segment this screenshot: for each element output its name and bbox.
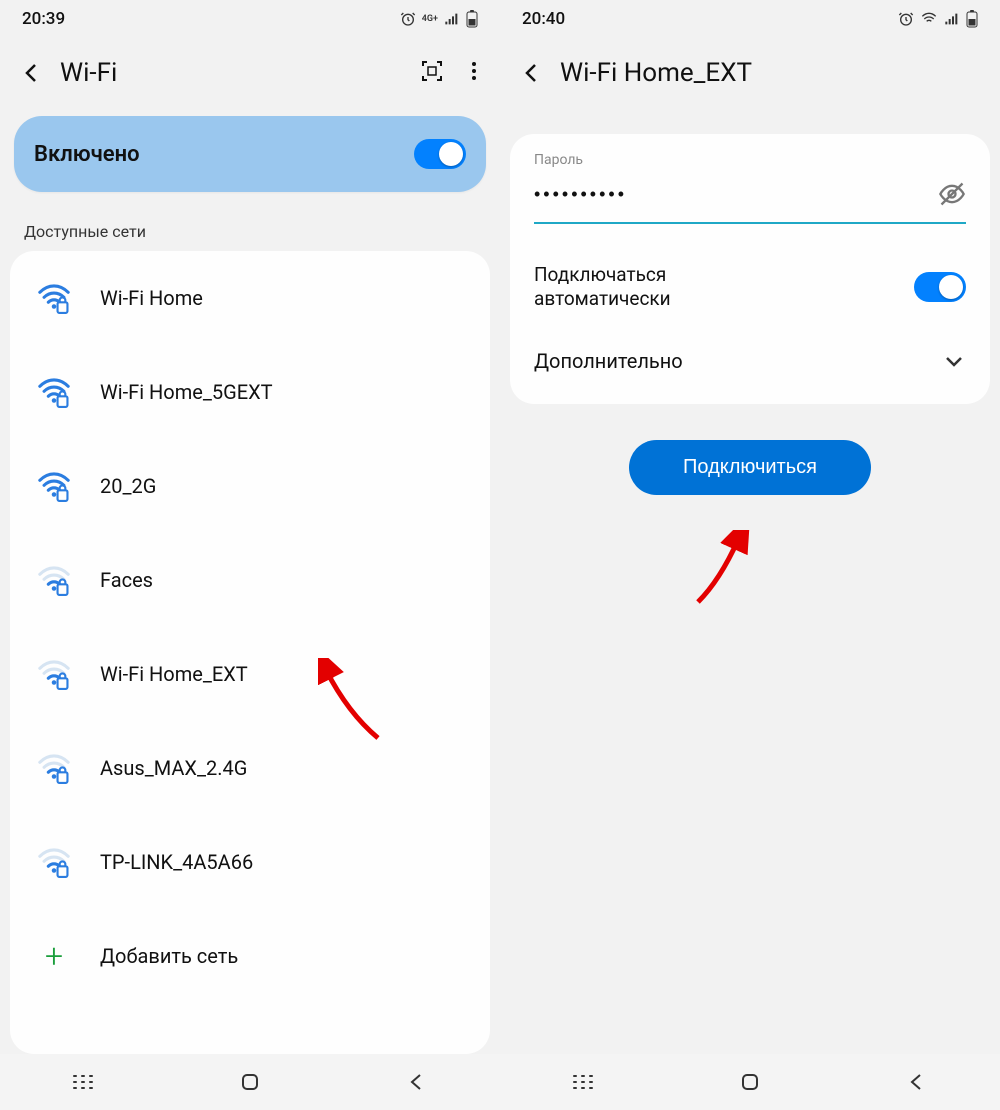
back-icon	[905, 1070, 929, 1094]
chevron-down-icon	[942, 349, 966, 373]
status-bar: 20:40	[500, 0, 1000, 38]
network-item[interactable]: Wi-Fi Home	[10, 251, 490, 345]
wifi-lock-icon	[36, 656, 72, 692]
network-name: Wi-Fi Home_5GEXT	[100, 380, 273, 404]
available-networks-label: Доступные сети	[0, 200, 500, 251]
home-icon	[238, 1070, 262, 1094]
wifi-lock-icon	[36, 562, 72, 598]
password-input[interactable]	[534, 184, 938, 205]
status-time: 20:39	[22, 9, 65, 29]
advanced-label: Дополнительно	[534, 349, 683, 373]
recents-icon	[571, 1070, 595, 1094]
advanced-options-row[interactable]: Дополнительно	[534, 326, 966, 396]
wifi-lock-icon	[36, 374, 72, 410]
network-item[interactable]: TP-LINK_4A5A66	[10, 815, 490, 909]
connect-button[interactable]: Подключиться	[629, 440, 871, 495]
network-name: TP-LINK_4A5A66	[100, 850, 253, 874]
toggle-password-visibility-button[interactable]	[938, 180, 966, 208]
wifi-toggle-card[interactable]: Включено	[14, 116, 486, 192]
add-network-label: Добавить сеть	[100, 944, 238, 968]
network-item[interactable]: Wi-Fi Home_5GEXT	[10, 345, 490, 439]
plus-icon: +	[36, 938, 72, 974]
phone-left: 20:39 4G+ Wi-Fi Включено Доступные сети	[0, 0, 500, 1110]
network-4g-icon: 4G+	[422, 14, 438, 24]
nav-back-button[interactable]	[905, 1070, 929, 1094]
signal-icon	[944, 11, 960, 27]
battery-icon	[466, 10, 478, 28]
status-time: 20:40	[522, 9, 565, 29]
auto-connect-switch[interactable]	[914, 272, 966, 302]
qr-icon	[420, 59, 444, 83]
wifi-toggle-switch[interactable]	[414, 139, 466, 169]
recents-icon	[71, 1070, 95, 1094]
nav-home-button[interactable]	[238, 1070, 262, 1094]
annotation-arrow	[690, 530, 760, 610]
wifi-lock-icon	[36, 468, 72, 504]
nav-bar	[500, 1054, 1000, 1110]
page-header: Wi-Fi Home_EXT	[500, 38, 1000, 108]
wifi-lock-icon	[36, 750, 72, 786]
auto-connect-label: Подключатьсяавтоматически	[534, 263, 671, 311]
wifi-icon	[920, 11, 938, 27]
nav-recents-button[interactable]	[571, 1070, 595, 1094]
network-item[interactable]: Wi-Fi Home_EXT	[10, 627, 490, 721]
network-name: Faces	[100, 568, 153, 592]
wifi-lock-icon	[36, 844, 72, 880]
home-icon	[738, 1070, 762, 1094]
wifi-toggle-label: Включено	[34, 142, 140, 167]
network-item[interactable]: Faces	[10, 533, 490, 627]
signal-icon	[444, 11, 460, 27]
page-header: Wi-Fi	[0, 38, 500, 108]
chevron-left-icon	[520, 61, 544, 85]
qr-scan-button[interactable]	[420, 59, 444, 87]
page-title: Wi-Fi Home_EXT	[560, 58, 986, 88]
more-menu-button[interactable]	[462, 59, 486, 87]
back-icon	[405, 1070, 429, 1094]
network-item[interactable]: Asus_MAX_2.4G	[10, 721, 490, 815]
networks-list: Wi-Fi Home Wi-Fi Home_5GEXT 20_2G Faces …	[10, 251, 490, 1054]
wifi-lock-icon	[36, 280, 72, 316]
network-name: Wi-Fi Home	[100, 286, 203, 310]
back-button[interactable]	[514, 55, 550, 91]
chevron-left-icon	[20, 61, 44, 85]
eye-off-icon	[938, 180, 966, 208]
nav-recents-button[interactable]	[71, 1070, 95, 1094]
status-bar: 20:39 4G+	[0, 0, 500, 38]
auto-connect-row: Подключатьсяавтоматически	[534, 248, 966, 326]
network-name: Wi-Fi Home_EXT	[100, 662, 248, 686]
back-button[interactable]	[14, 55, 50, 91]
phone-right: 20:40 Wi-Fi Home_EXT Пароль Подключаться…	[500, 0, 1000, 1110]
alarm-icon	[400, 11, 416, 27]
password-label: Пароль	[534, 152, 966, 168]
network-name: Asus_MAX_2.4G	[100, 756, 247, 780]
status-icons	[898, 10, 978, 28]
battery-icon	[966, 10, 978, 28]
status-icons: 4G+	[400, 10, 478, 28]
add-network-button[interactable]: + Добавить сеть	[10, 909, 490, 1003]
nav-back-button[interactable]	[405, 1070, 429, 1094]
alarm-icon	[898, 11, 914, 27]
network-form-card: Пароль Подключатьсяавтоматически Дополни…	[510, 134, 990, 404]
page-title: Wi-Fi	[60, 58, 410, 88]
nav-bar	[0, 1054, 500, 1110]
network-name: 20_2G	[100, 474, 156, 498]
network-item[interactable]: 20_2G	[10, 439, 490, 533]
more-vertical-icon	[462, 59, 486, 83]
nav-home-button[interactable]	[738, 1070, 762, 1094]
